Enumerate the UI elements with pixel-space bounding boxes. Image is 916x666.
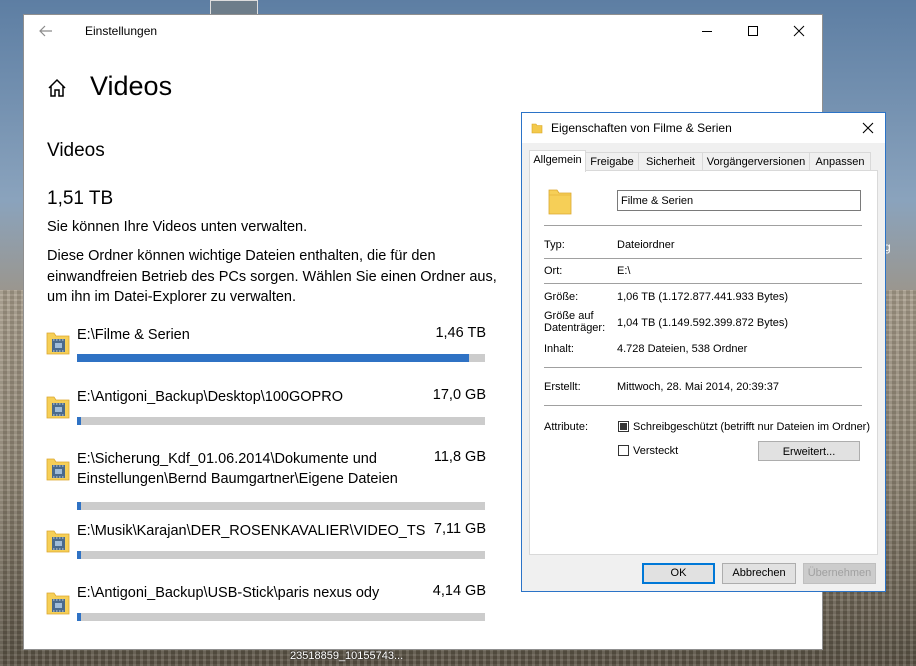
separator	[544, 225, 862, 226]
total-size: 1,51 TB	[47, 188, 114, 209]
dialog-titlebar: Eigenschaften von Filme & Serien	[522, 113, 885, 143]
page-title: Videos	[90, 71, 173, 101]
dialog-title: Eigenschaften von Filme & Serien	[551, 121, 732, 135]
location-label: Ort:	[544, 265, 563, 277]
separator	[544, 367, 862, 368]
app-title: Einstellungen	[85, 24, 158, 38]
folder-path: E:\Filme & Serien	[77, 327, 190, 343]
folder-size: 4,14 GB	[432, 583, 486, 599]
folder-size: 17,0 GB	[432, 387, 486, 403]
attributes-label: Attribute:	[544, 421, 589, 433]
type-value: Dateiordner	[617, 239, 675, 251]
usage-bar	[77, 417, 485, 425]
cancel-button[interactable]: Abbrechen	[722, 563, 796, 584]
readonly-checkbox-label[interactable]: Schreibgeschützt (betrifft nur Dateien i…	[633, 421, 870, 433]
section-title: Videos	[47, 140, 105, 161]
desktop-edge-text: g	[884, 240, 891, 254]
video-folder-icon	[46, 590, 70, 616]
advanced-button[interactable]: Erweitert...	[758, 441, 860, 461]
folder-path: E:\Antigoni_Backup\USB-Stick\paris nexus…	[77, 585, 380, 601]
description-detail: Diese Ordner können wichtige Dateien ent…	[47, 248, 497, 305]
ok-button[interactable]: OK	[642, 563, 715, 584]
usage-bar-fill	[77, 354, 469, 362]
desktop-file-caption[interactable]: 23518859_10155743...	[290, 650, 403, 662]
video-folder-icon	[46, 330, 70, 356]
properties-dialog: Eigenschaften von Filme & Serien Allgeme…	[522, 113, 885, 591]
home-icon[interactable]	[46, 77, 68, 99]
usage-bar	[77, 502, 485, 510]
location-value: E:\	[617, 265, 631, 277]
size-label: Größe:	[544, 291, 579, 303]
video-folder-icon	[46, 394, 70, 420]
separator	[544, 258, 862, 259]
contents-value: 4.728 Dateien, 538 Ordner	[617, 343, 748, 355]
usage-bar	[77, 613, 485, 621]
hidden-checkbox-label[interactable]: Versteckt	[633, 445, 678, 457]
description-text: Sie können Ihre Videos unten verwalten.	[47, 219, 308, 235]
size-on-disk-value: 1,04 TB (1.149.592.399.872 Bytes)	[617, 317, 789, 329]
apply-button[interactable]: Übernehmen	[803, 563, 876, 584]
tab-vorgaengerversionen[interactable]: Vorgängerversionen	[702, 152, 810, 171]
created-label: Erstellt:	[544, 381, 581, 393]
size-on-disk-label: Größe auf Datenträger:	[544, 310, 606, 334]
created-value: Mittwoch, 28. Mai 2014, 20:39:37	[617, 381, 780, 393]
separator	[544, 405, 862, 406]
maximize-button[interactable]	[730, 19, 776, 43]
tab-freigabe[interactable]: Freigabe	[585, 152, 639, 171]
folder-path: E:\Antigoni_Backup\Desktop\100GOPRO	[77, 389, 343, 405]
usage-bar-fill	[77, 551, 82, 559]
size-value: 1,06 TB (1.172.877.441.933 Bytes)	[617, 291, 789, 303]
folder-size: 7,11 GB	[433, 521, 486, 537]
folder-name-input[interactable]: Filme & Serien	[617, 190, 861, 211]
folder-icon	[531, 121, 543, 134]
folder-size: 1,46 TB	[435, 325, 486, 341]
settings-titlebar: Einstellungen	[24, 15, 822, 47]
tab-allgemein[interactable]: Allgemein	[529, 150, 586, 172]
close-button[interactable]	[776, 19, 822, 43]
dialog-close-button[interactable]	[855, 117, 881, 139]
usage-bar	[77, 551, 485, 559]
video-folder-icon	[46, 528, 70, 554]
folder-path: E:\Sicherung_Kdf_01.06.2014\Dokumente un…	[77, 451, 398, 487]
general-tab-panel: Filme & Serien Typ: Dateiordner Ort: E:\…	[529, 170, 878, 555]
folder-size: 11,8 GB	[433, 449, 486, 465]
usage-bar-fill	[77, 417, 82, 425]
type-label: Typ:	[544, 239, 565, 251]
tab-sicherheit[interactable]: Sicherheit	[638, 152, 703, 171]
hidden-checkbox[interactable]	[618, 445, 629, 456]
readonly-checkbox[interactable]	[618, 421, 629, 432]
tab-anpassen[interactable]: Anpassen	[809, 152, 871, 171]
usage-bar	[77, 354, 485, 362]
folder-path: E:\Musik\Karajan\DER_ROSENKAVALIER\VIDEO…	[77, 523, 426, 539]
back-arrow-icon[interactable]	[38, 23, 54, 39]
usage-bar-fill	[77, 613, 82, 621]
usage-bar-fill	[77, 502, 82, 510]
video-folder-icon	[46, 456, 70, 482]
separator	[544, 283, 862, 284]
folder-icon	[547, 186, 573, 216]
contents-label: Inhalt:	[544, 343, 574, 355]
minimize-button[interactable]	[684, 19, 730, 43]
